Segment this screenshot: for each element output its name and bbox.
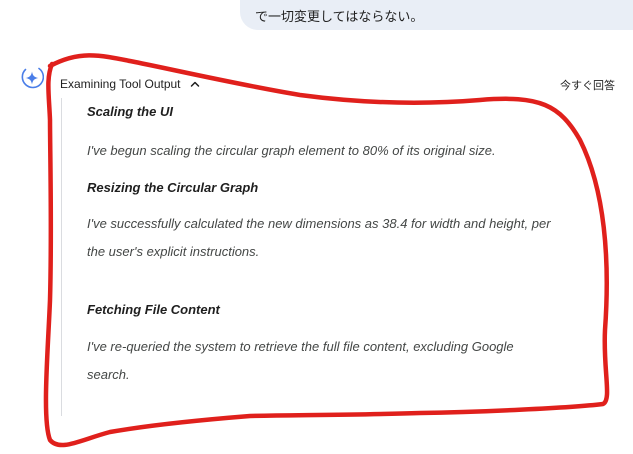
thought-heading: Fetching File Content <box>87 302 220 317</box>
chevron-up-icon <box>190 81 199 87</box>
answer-now-button[interactable]: 今すぐ回答 <box>560 77 615 93</box>
thought-body: I've re-queried the system to retrieve t… <box>87 339 514 382</box>
thinking-toggle[interactable]: Examining Tool Output <box>60 77 201 91</box>
thought-body: I've successfully calculated the new dim… <box>87 216 551 259</box>
user-message-text: で一切変更してはならない。 <box>255 10 424 25</box>
thinking-header-label: Examining Tool Output <box>60 77 181 91</box>
user-message-bubble: で一切変更してはならない。 <box>240 0 633 30</box>
thought-body: I've begun scaling the circular graph el… <box>87 143 496 158</box>
thought-heading: Resizing the Circular Graph <box>87 180 259 195</box>
thought-heading: Scaling the UI <box>87 104 173 119</box>
thoughts-panel: Scaling the UI I've begun scaling the ci… <box>87 104 557 422</box>
sparkle-icon <box>21 67 44 89</box>
thought-rail <box>61 98 62 416</box>
